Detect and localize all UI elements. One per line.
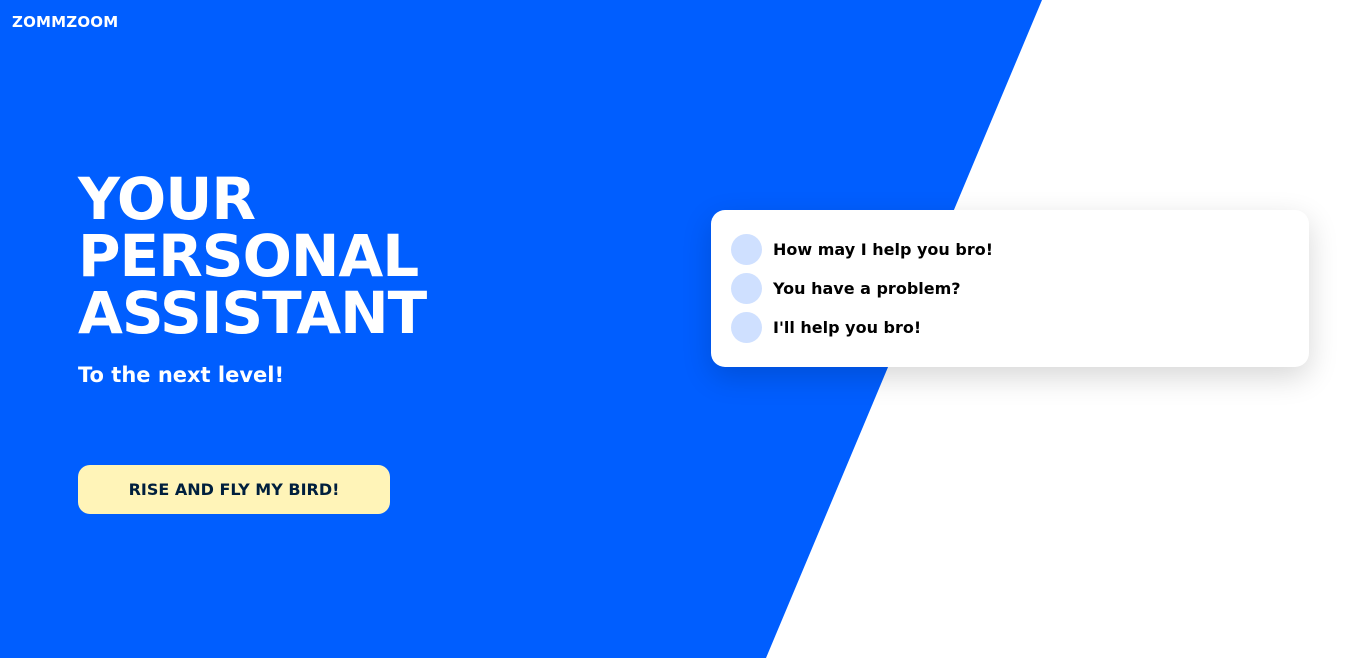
landing-page: ZOMMZOOM YOUR PERSONAL ASSISTANT To the … (0, 0, 1363, 658)
chat-message-text: You have a problem? (773, 279, 961, 298)
hero-title-line-3: ASSISTANT (78, 278, 427, 347)
hero-title-line-2: PERSONAL (78, 221, 419, 290)
hero-title-line-1: YOUR (78, 164, 256, 233)
chat-message: You have a problem? (731, 269, 1289, 308)
chat-message: I'll help you bro! (731, 308, 1289, 347)
chat-message-text: I'll help you bro! (773, 318, 922, 337)
hero-title: YOUR PERSONAL ASSISTANT (78, 164, 498, 347)
avatar (731, 312, 762, 343)
chat-message-text: How may I help you bro! (773, 240, 993, 259)
rise-and-fly-button[interactable]: RISE AND FLY MY BIRD! (78, 465, 390, 514)
brand-logo[interactable]: ZOMMZOOM (12, 13, 118, 31)
chat-preview-card: How may I help you bro! You have a probl… (711, 210, 1309, 367)
chat-message: How may I help you bro! (731, 230, 1289, 269)
avatar (731, 234, 762, 265)
avatar (731, 273, 762, 304)
hero-tagline: To the next level! (78, 363, 285, 387)
